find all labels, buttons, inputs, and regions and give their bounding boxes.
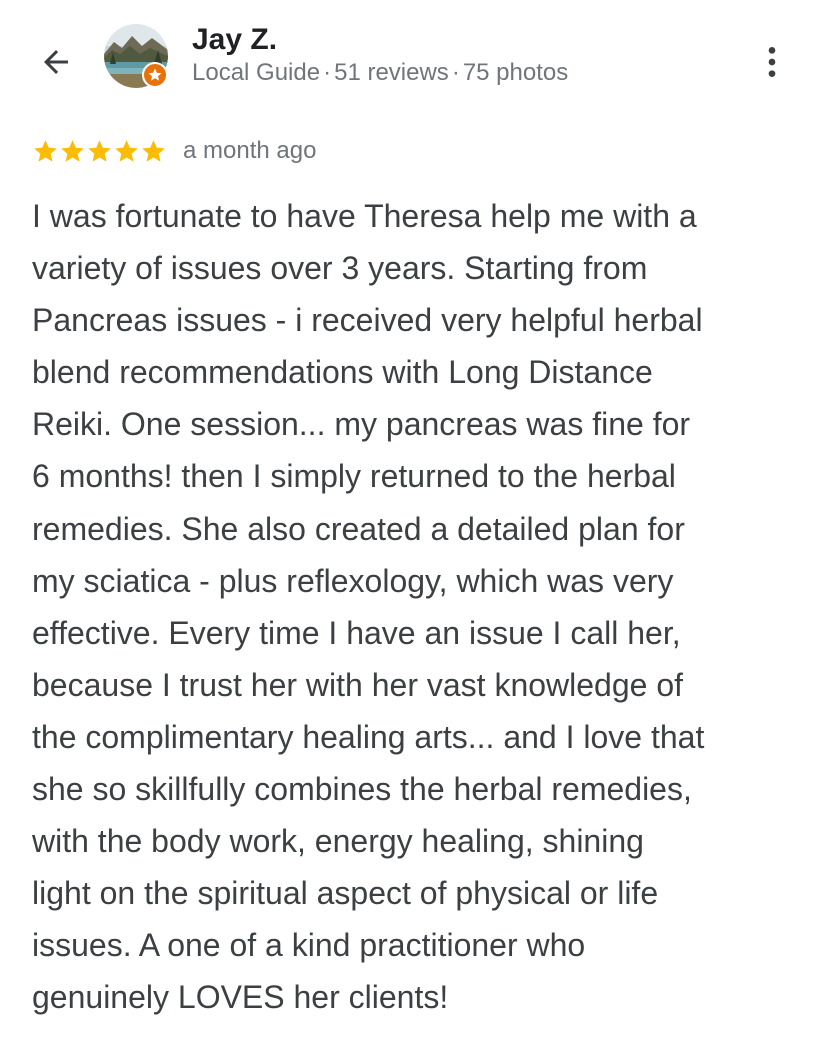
photos-count: 75 photos <box>462 59 569 86</box>
local-guide-star-badge <box>142 62 168 88</box>
star-icon <box>115 139 138 162</box>
star-icon <box>88 139 111 162</box>
more-options-button[interactable] <box>748 38 796 86</box>
more-vert-icon <box>768 47 776 77</box>
back-button[interactable] <box>30 38 82 86</box>
star-icon <box>61 139 84 162</box>
meta-separator: · <box>323 59 332 86</box>
reviews-count: 51 reviews <box>334 59 449 86</box>
review-time: a month ago <box>183 137 317 164</box>
reviewer-avatar[interactable] <box>104 24 168 88</box>
star-rating <box>32 138 167 165</box>
reviewer-header: Jay Z. Local Guide · 51 reviews · 75 photos <box>0 0 828 118</box>
back-arrow-icon <box>44 50 68 74</box>
reviewer-meta: Local Guide · 51 reviews · 75 photos <box>192 58 568 88</box>
review-text: I was fortunate to have Theresa help me … <box>32 198 705 1016</box>
star-icon <box>142 139 165 162</box>
reviewer-name[interactable]: Jay Z. <box>192 22 277 58</box>
local-guide-label: Local Guide <box>192 59 321 86</box>
rating-row: a month ago <box>32 133 316 169</box>
star-icon <box>34 139 57 162</box>
meta-separator: · <box>451 59 460 86</box>
